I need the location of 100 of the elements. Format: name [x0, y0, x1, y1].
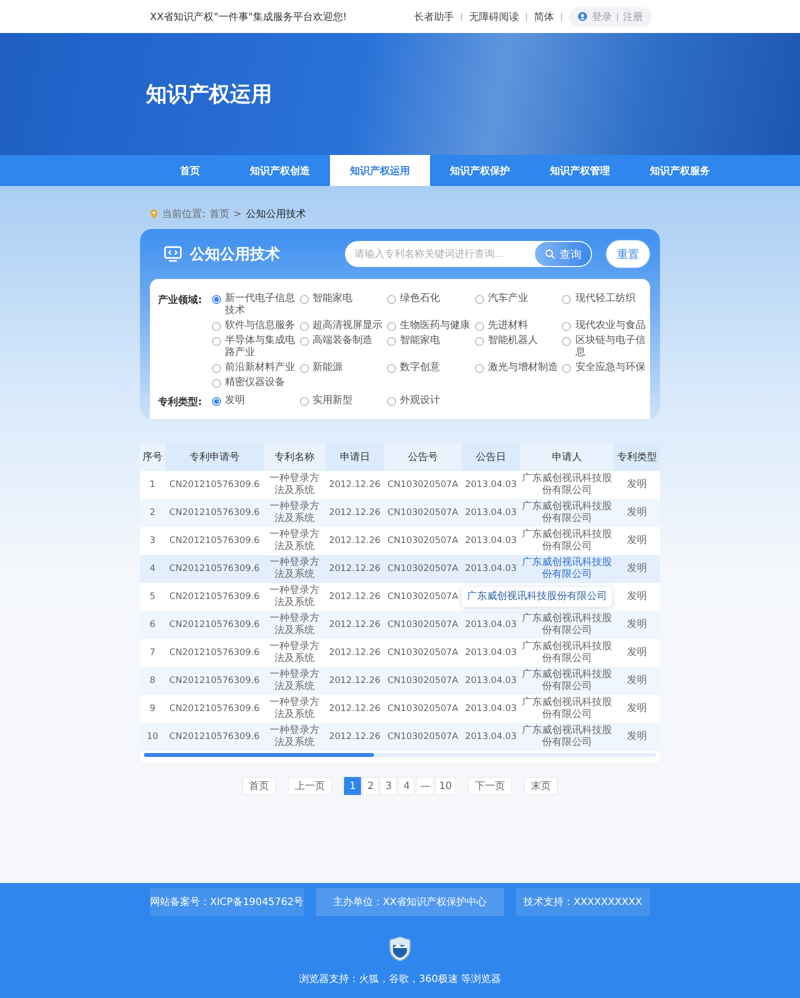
radio-option[interactable]: 现代农业与食品: [562, 320, 646, 332]
table-cell: 广东威创视讯科技股份有限公司: [520, 471, 614, 499]
radio-button[interactable]: [387, 397, 396, 406]
breadcrumb-link[interactable]: 公知公用技术: [246, 207, 306, 221]
radio-button[interactable]: [387, 322, 396, 331]
page-button[interactable]: 3: [380, 777, 398, 795]
radio-button[interactable]: [474, 295, 484, 304]
breadcrumb-link[interactable]: 首页: [209, 207, 230, 221]
table-cell: 6: [140, 611, 166, 639]
radio-button[interactable]: [562, 295, 572, 304]
table-cell: 发明: [614, 667, 660, 695]
radio-button[interactable]: [387, 337, 396, 346]
nav-tab[interactable]: 知识产权管理: [530, 155, 630, 186]
table-cell: CN103020507A: [384, 499, 462, 527]
table-cell: CN201210576309.6: [165, 639, 264, 667]
prev-page-button[interactable]: 上一页: [288, 777, 332, 795]
footer-info: 技术支持：XXXXXXXXXX: [516, 888, 650, 916]
first-page-button[interactable]: 首页: [242, 777, 276, 795]
radio-option[interactable]: 实用新型: [300, 395, 384, 409]
radio-button[interactable]: [562, 337, 572, 346]
radio-button[interactable]: [212, 322, 221, 331]
radio-option[interactable]: 智能家电: [300, 293, 384, 317]
table-cell: 2013.04.03: [462, 695, 520, 723]
nav-tab[interactable]: 知识产权服务: [630, 155, 730, 186]
radio-option[interactable]: 激光与增材制造: [474, 362, 558, 374]
top-link[interactable]: 长者助手: [414, 10, 454, 24]
column-header: 申请日: [326, 443, 384, 471]
table-cell: 一种登录方法及系统: [264, 583, 326, 611]
radio-button[interactable]: [212, 379, 221, 388]
radio-option[interactable]: 汽车产业: [474, 293, 558, 317]
radio-button[interactable]: [300, 295, 309, 304]
radio-option[interactable]: 软件与信息服务: [212, 320, 296, 332]
radio-button[interactable]: [387, 364, 396, 373]
user-icon: [578, 12, 587, 21]
horizontal-scrollbar[interactable]: [144, 753, 656, 757]
radio-option[interactable]: 发明: [212, 395, 296, 409]
radio-option[interactable]: 精密仪器设备: [212, 377, 296, 389]
next-page-button[interactable]: 下一页: [468, 777, 512, 795]
radio-button[interactable]: [300, 337, 309, 346]
top-link[interactable]: 无障碍阅读: [469, 10, 519, 24]
table-cell: 发明: [614, 527, 660, 555]
radio-option[interactable]: 智能家电: [387, 335, 471, 359]
table-cell: 广东威创视讯科技股份有限公司: [520, 499, 614, 527]
radio-button[interactable]: [562, 322, 572, 331]
breadcrumb-label: 当前位置:: [162, 208, 206, 221]
page-button[interactable]: 1: [344, 777, 362, 795]
radio-button[interactable]: [212, 295, 221, 304]
table-cell: CN103020507A: [384, 667, 462, 695]
radio-option[interactable]: 安全应急与环保: [562, 362, 646, 374]
radio-option[interactable]: 生物医药与健康: [387, 320, 471, 332]
nav-tab[interactable]: 知识产权创造: [230, 155, 330, 186]
radio-button[interactable]: [474, 322, 484, 331]
radio-button[interactable]: [474, 364, 484, 373]
radio-option[interactable]: 绿色石化: [387, 293, 471, 317]
page-button[interactable]: —: [416, 777, 434, 795]
footer-info: 主办单位：XX省知识产权保护中心: [316, 888, 504, 916]
radio-option[interactable]: 区块链与电子信息: [562, 335, 646, 359]
search-field[interactable]: 请输入专利名称关键词进行查询... 查询: [344, 241, 592, 267]
column-header: 公告号: [384, 443, 462, 471]
table-cell: 发明: [614, 555, 660, 583]
radio-button[interactable]: [300, 397, 309, 406]
radio-button[interactable]: [562, 364, 572, 373]
reset-button[interactable]: 重置: [606, 240, 650, 268]
search-button[interactable]: 查询: [535, 242, 592, 266]
tooltip: 广东威创视讯科技股份有限公司: [462, 587, 612, 607]
page-button[interactable]: 10: [435, 777, 456, 795]
table-cell: CN201210576309.6: [165, 667, 264, 695]
last-page-button[interactable]: 末页: [524, 777, 558, 795]
radio-button[interactable]: [212, 364, 221, 373]
radio-option[interactable]: 智能机器人: [474, 335, 558, 359]
radio-option[interactable]: 新一代电子信息技术: [212, 293, 296, 317]
radio-option[interactable]: 超高清视屏显示: [300, 320, 384, 332]
breadcrumb-separator: >: [233, 208, 242, 220]
table-cell: 2013.04.03: [462, 639, 520, 667]
radio-option[interactable]: 先进材料: [474, 320, 558, 332]
radio-button[interactable]: [474, 337, 484, 346]
radio-option[interactable]: 前沿新材料产业: [212, 362, 296, 374]
table-cell: 2012.12.26: [326, 695, 384, 723]
page-button[interactable]: 2: [362, 777, 380, 795]
page-button[interactable]: 4: [398, 777, 416, 795]
radio-option[interactable]: 外观设计: [387, 395, 471, 409]
radio-button[interactable]: [387, 295, 396, 304]
table-cell: 发明: [614, 723, 660, 751]
table-cell: CN201210576309.6: [165, 555, 264, 583]
radio-option[interactable]: 数字创意: [387, 362, 471, 374]
table-cell: CN201210576309.6: [165, 499, 264, 527]
radio-button[interactable]: [212, 397, 221, 406]
table-cell: 1: [140, 471, 166, 499]
nav-tab[interactable]: 首页: [150, 155, 230, 186]
radio-option[interactable]: 半导体与集成电路产业: [212, 335, 296, 359]
column-header: 专利名称: [264, 443, 326, 471]
radio-button[interactable]: [300, 322, 309, 331]
nav-tab[interactable]: 知识产权运用: [330, 155, 430, 186]
radio-option[interactable]: 新能源: [300, 362, 384, 374]
nav-tab[interactable]: 知识产权保护: [430, 155, 530, 186]
radio-option[interactable]: 现代轻工纺织: [562, 293, 646, 317]
radio-button[interactable]: [212, 337, 221, 346]
top-link[interactable]: 简体: [534, 10, 554, 24]
radio-button[interactable]: [300, 364, 309, 373]
radio-option[interactable]: 高端装备制造: [300, 335, 384, 359]
